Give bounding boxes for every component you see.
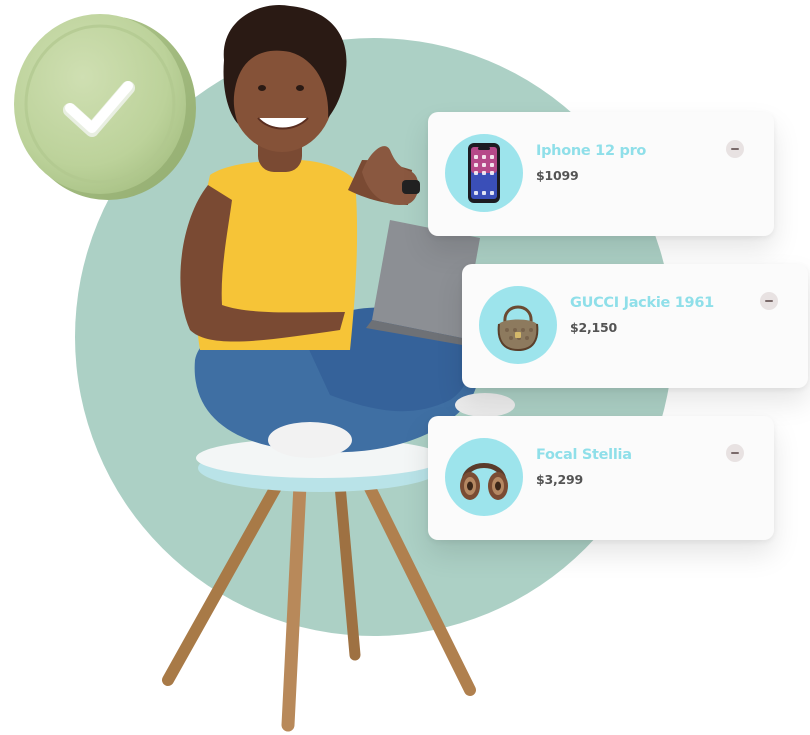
remove-item-button[interactable] xyxy=(726,140,744,158)
headphones-icon xyxy=(460,463,508,500)
minus-icon xyxy=(731,148,739,150)
remove-item-button[interactable] xyxy=(760,292,778,310)
product-name: Iphone 12 pro xyxy=(536,143,647,159)
cart-item-card: Iphone 12 pro $1099 xyxy=(428,112,774,236)
stool-legs xyxy=(162,472,476,732)
product-price: $1099 xyxy=(536,168,579,183)
product-price: $2,150 xyxy=(570,320,618,335)
minus-icon xyxy=(765,300,773,302)
product-thumbnail xyxy=(445,438,523,516)
cart-item-card: Focal Stellia $3,299 xyxy=(428,416,774,540)
product-price: $3,299 xyxy=(536,472,584,487)
product-thumbnail xyxy=(445,134,523,212)
minus-icon xyxy=(731,452,739,454)
hero-illustration: Iphone 12 pro $1099 GUCCI Jackie 1961 $2… xyxy=(0,0,810,735)
cart-item-card: GUCCI Jackie 1961 $2,150 xyxy=(462,264,808,388)
product-name: Focal Stellia xyxy=(536,447,632,463)
remove-item-button[interactable] xyxy=(726,444,744,462)
handbag-icon xyxy=(497,305,539,352)
product-name: GUCCI Jackie 1961 xyxy=(570,295,714,311)
product-thumbnail xyxy=(479,286,557,364)
smartphone-icon xyxy=(468,143,500,203)
